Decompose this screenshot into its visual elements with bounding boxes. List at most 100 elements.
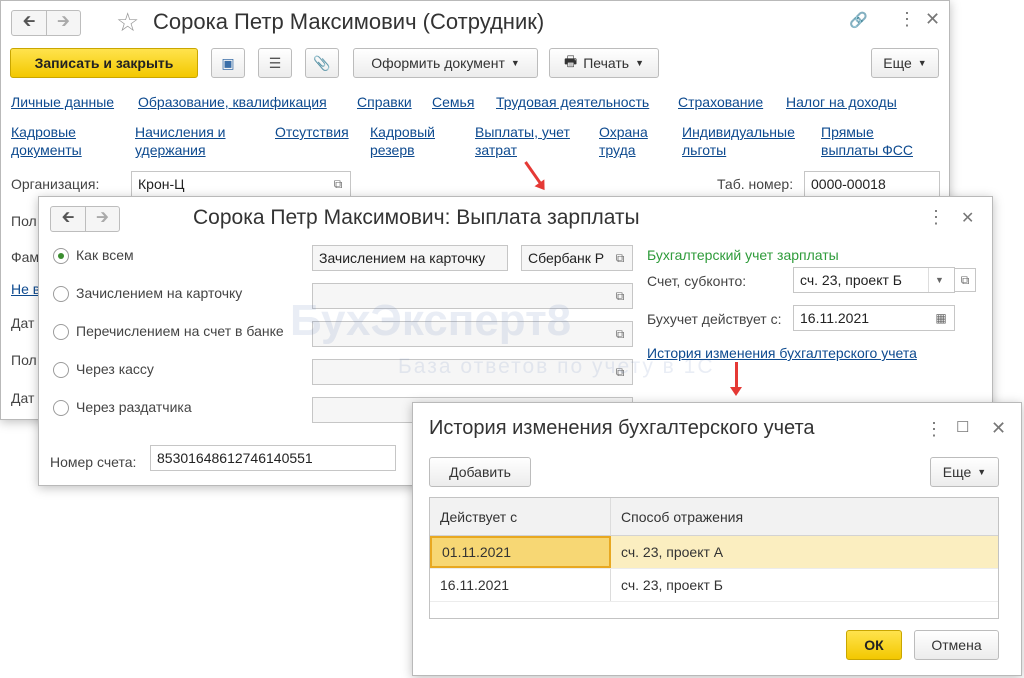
option-label: Зачислением на карточку bbox=[76, 285, 243, 301]
printer-icon: 🖶 bbox=[563, 53, 578, 69]
create-document-button[interactable]: Оформить документ ▼ bbox=[353, 48, 538, 78]
history-nav: 🡰 🡲 bbox=[50, 206, 120, 232]
open-icon[interactable]: ⧉ bbox=[609, 284, 631, 308]
nav-link-line: Кадровый bbox=[370, 124, 436, 140]
nav-link-hr-docs[interactable]: Кадровые документы bbox=[11, 123, 82, 159]
back-arrow-icon[interactable]: 🡰 bbox=[12, 11, 46, 35]
organization-field[interactable]: Крон-Ц bbox=[131, 171, 351, 197]
cell-method[interactable]: сч. 23, проект А bbox=[611, 536, 733, 568]
partial-label: Дат bbox=[11, 390, 35, 406]
radio-bank-account[interactable] bbox=[53, 324, 69, 340]
column-header-valid-from[interactable]: Действует с bbox=[430, 498, 611, 535]
save-button[interactable]: ▣ bbox=[211, 48, 245, 78]
watermark-tagline: База ответов по учету в 1С bbox=[398, 355, 715, 378]
method-field[interactable]: Зачислением на карточку bbox=[312, 245, 508, 271]
pointer-arrow bbox=[730, 362, 742, 396]
nav-link-line: документы bbox=[11, 142, 82, 158]
list-icon: ☰ bbox=[268, 54, 282, 71]
cell-date[interactable]: 01.11.2021 bbox=[430, 536, 611, 568]
attach-button[interactable]: 📎 bbox=[305, 48, 339, 78]
calendar-icon[interactable]: ▦ bbox=[930, 306, 952, 330]
accounting-section-title: Бухгалтерский учет зарплаты bbox=[647, 247, 839, 263]
nav-link-certificates[interactable]: Справки bbox=[357, 93, 412, 111]
nav-link-line: резерв bbox=[370, 142, 415, 158]
nav-link-benefits[interactable]: Индивидуальные льготы bbox=[682, 123, 795, 159]
cell-date[interactable]: 16.11.2021 bbox=[430, 569, 611, 601]
more-button[interactable]: Еще ▼ bbox=[930, 457, 999, 487]
partial-label: Пол bbox=[11, 352, 37, 368]
close-icon[interactable]: ✕ bbox=[991, 418, 1006, 439]
option-label: Через раздатчика bbox=[76, 399, 192, 415]
radio-cash[interactable] bbox=[53, 362, 69, 378]
option-label: Как всем bbox=[76, 247, 134, 263]
dropdown-arrow-icon[interactable]: ▼ bbox=[928, 268, 950, 292]
history-nav: 🡰 🡲 bbox=[11, 10, 81, 36]
column-header-method[interactable]: Способ отражения bbox=[611, 498, 753, 535]
more-button[interactable]: Еще ▼ bbox=[871, 48, 939, 78]
nav-link-payments[interactable]: Выплаты, учет затрат bbox=[475, 123, 570, 159]
nav-link-accruals[interactable]: Начисления и удержания bbox=[135, 123, 226, 159]
history-table: Действует с Способ отражения 01.11.2021 … bbox=[429, 497, 999, 619]
partial-label: Фам bbox=[11, 249, 40, 265]
cancel-button[interactable]: Отмена bbox=[914, 630, 999, 660]
partial-link[interactable]: Не в bbox=[11, 280, 40, 298]
nav-link-line: Индивидуальные bbox=[682, 124, 795, 140]
open-icon[interactable]: ⧉ bbox=[609, 246, 631, 270]
forward-arrow-icon[interactable]: 🡲 bbox=[85, 207, 119, 231]
close-icon[interactable]: ✕ bbox=[961, 208, 974, 228]
nav-link-personal[interactable]: Личные данные bbox=[11, 93, 114, 111]
document-list-button[interactable]: ☰ bbox=[258, 48, 292, 78]
print-button[interactable]: 🖶 Печать ▼ bbox=[549, 48, 659, 78]
dropdown-arrow-icon: ▼ bbox=[510, 58, 520, 68]
back-arrow-icon[interactable]: 🡰 bbox=[51, 207, 85, 231]
table-row[interactable]: 01.11.2021 сч. 23, проект А bbox=[430, 536, 998, 569]
star-icon[interactable]: ☆ bbox=[116, 7, 139, 38]
nav-link-income-tax[interactable]: Налог на доходы bbox=[786, 93, 897, 111]
nav-link-line: льготы bbox=[682, 142, 727, 158]
history-window-title: История изменения бухгалтерского учета bbox=[429, 417, 815, 439]
ok-button[interactable]: ОК bbox=[846, 630, 902, 660]
link-icon[interactable]: 🔗 bbox=[849, 11, 868, 29]
account-number-field[interactable]: 85301648612746140551 bbox=[150, 445, 396, 471]
more-vertical-icon[interactable]: ⋮ bbox=[925, 419, 943, 440]
maximize-icon[interactable]: ☐ bbox=[956, 418, 969, 436]
nav-link-labor-safety[interactable]: Охрана труда bbox=[599, 123, 648, 159]
nav-link-line: Отсутствия bbox=[275, 124, 349, 140]
nav-link-fss[interactable]: Прямые выплаты ФСС bbox=[821, 123, 913, 159]
nav-link-line: Начисления и bbox=[135, 124, 226, 140]
partial-label: Пол bbox=[11, 213, 37, 229]
nav-link-line: Кадровые bbox=[11, 124, 76, 140]
forward-arrow-icon[interactable]: 🡲 bbox=[46, 11, 80, 35]
open-icon[interactable]: ⧉ bbox=[609, 322, 631, 346]
open-icon[interactable]: ⧉ bbox=[954, 268, 976, 292]
account-subconto-label: Счет, субконто: bbox=[647, 273, 747, 289]
nav-link-reserve[interactable]: Кадровый резерв bbox=[370, 123, 435, 159]
nav-link-education[interactable]: Образование, квалификация bbox=[138, 93, 327, 111]
nav-link-insurance[interactable]: Страхование bbox=[678, 93, 763, 111]
save-close-button[interactable]: Записать и закрыть bbox=[10, 48, 198, 78]
add-button[interactable]: Добавить bbox=[429, 457, 531, 487]
dropdown-arrow-icon: ▼ bbox=[917, 58, 927, 68]
radio-distributor[interactable] bbox=[53, 400, 69, 416]
organization-label: Организация: bbox=[11, 176, 100, 192]
option-label: Перечислением на счет в банке bbox=[76, 323, 284, 339]
radio-card[interactable] bbox=[53, 286, 69, 302]
close-icon[interactable]: ✕ bbox=[925, 9, 940, 30]
open-icon[interactable]: ⧉ bbox=[327, 172, 349, 196]
nav-link-family[interactable]: Семья bbox=[432, 93, 474, 111]
paperclip-icon: 📎 bbox=[313, 54, 331, 71]
nav-link-absences[interactable]: Отсутствия bbox=[275, 123, 349, 141]
tab-number-field[interactable]: 0000-00018 bbox=[804, 171, 940, 197]
table-row[interactable]: 16.11.2021 сч. 23, проект Б bbox=[430, 569, 998, 602]
radio-as-all[interactable] bbox=[53, 248, 69, 264]
account-number-label: Номер счета: bbox=[50, 454, 137, 470]
nav-link-work-history[interactable]: Трудовая деятельность bbox=[496, 93, 649, 111]
history-window: История изменения бухгалтерского учета ⋮… bbox=[412, 402, 1022, 676]
more-vertical-icon[interactable]: ⋮ bbox=[927, 207, 945, 228]
nav-link-line: труда bbox=[599, 142, 636, 158]
cell-method[interactable]: сч. 23, проект Б bbox=[611, 569, 733, 601]
floppy-disk-icon: ▣ bbox=[221, 54, 235, 71]
more-vertical-icon[interactable]: ⋮ bbox=[898, 9, 916, 30]
watermark-logo: БухЭксперт8 bbox=[290, 296, 571, 346]
nav-link-line: Охрана bbox=[599, 124, 648, 140]
